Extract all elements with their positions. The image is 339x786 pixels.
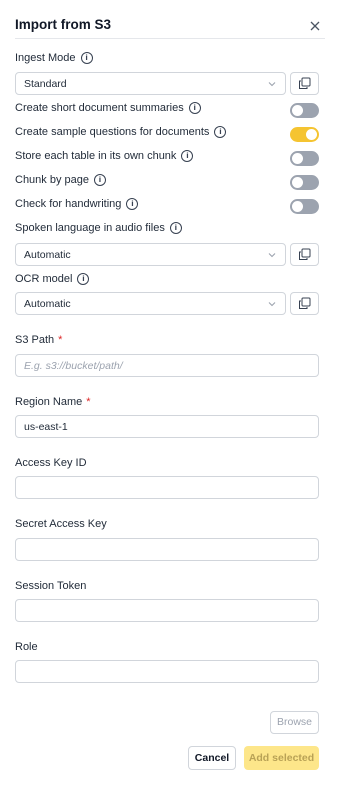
dialog-header: Import from S3 bbox=[15, 16, 325, 38]
ocr-model-select[interactable]: Automatic bbox=[15, 292, 286, 315]
chevron-down-icon bbox=[268, 302, 276, 307]
info-icon[interactable]: i bbox=[126, 198, 139, 210]
ocr-model-copy-button[interactable] bbox=[290, 292, 319, 315]
header-divider bbox=[15, 38, 325, 39]
session-token-label: Session Token bbox=[15, 580, 87, 592]
copy-icon bbox=[299, 297, 311, 309]
add-selected-button[interactable]: Add selected bbox=[244, 746, 319, 770]
toggle-label-chunk-by-page: Chunk by page i bbox=[15, 174, 106, 186]
chevron-down-icon bbox=[268, 253, 276, 258]
ingest-mode-copy-button[interactable] bbox=[290, 72, 319, 95]
access-key-id-input[interactable] bbox=[15, 476, 319, 499]
required-mark: * bbox=[86, 396, 91, 408]
info-icon[interactable]: i bbox=[94, 174, 106, 186]
info-icon[interactable]: i bbox=[80, 52, 93, 64]
toggle-table-chunk[interactable] bbox=[290, 151, 319, 166]
chevron-down-icon bbox=[268, 82, 276, 87]
info-icon[interactable]: i bbox=[181, 150, 194, 162]
role-label: Role bbox=[15, 641, 38, 653]
session-token-input[interactable] bbox=[15, 599, 319, 622]
required-mark: * bbox=[58, 334, 63, 346]
secret-access-key-input[interactable] bbox=[15, 538, 319, 561]
browse-button[interactable]: Browse bbox=[270, 711, 319, 734]
toggle-knob bbox=[292, 105, 303, 116]
region-name-label: Region Name * bbox=[15, 396, 91, 408]
info-icon[interactable]: i bbox=[169, 222, 182, 234]
toggle-knob bbox=[292, 201, 303, 212]
toggle-chunk-by-page[interactable] bbox=[290, 175, 319, 190]
copy-icon bbox=[299, 248, 311, 260]
copy-icon bbox=[299, 77, 311, 89]
toggle-sample-questions[interactable] bbox=[290, 127, 319, 142]
s3-path-label: S3 Path * bbox=[15, 334, 63, 346]
info-icon[interactable]: i bbox=[77, 273, 90, 285]
toggle-knob bbox=[292, 177, 303, 188]
ocr-model-label: OCR model i bbox=[15, 273, 90, 285]
cancel-button[interactable]: Cancel bbox=[188, 746, 236, 770]
s3-path-input[interactable]: E.g. s3://bucket/path/ bbox=[15, 354, 319, 377]
toggle-label-handwriting: Check for handwriting i bbox=[15, 198, 139, 210]
toggle-knob bbox=[306, 129, 317, 140]
close-icon[interactable] bbox=[305, 16, 325, 36]
region-name-input[interactable]: us-east-1 bbox=[15, 415, 319, 438]
ingest-mode-label: Ingest Mode i bbox=[15, 52, 93, 64]
secret-access-key-label: Secret Access Key bbox=[15, 518, 107, 530]
toggle-label-table-chunk: Store each table in its own chunk i bbox=[15, 150, 194, 162]
role-input[interactable] bbox=[15, 660, 319, 683]
info-icon[interactable]: i bbox=[214, 126, 227, 138]
info-icon[interactable]: i bbox=[188, 102, 201, 114]
ingest-mode-select[interactable]: Standard bbox=[15, 72, 286, 95]
toggle-label-summaries: Create short document summaries i bbox=[15, 102, 201, 114]
toggle-label-sample-questions: Create sample questions for documents i bbox=[15, 126, 227, 138]
toggle-knob bbox=[292, 153, 303, 164]
dialog-title: Import from S3 bbox=[15, 17, 112, 32]
toggle-handwriting[interactable] bbox=[290, 199, 319, 214]
toggle-summaries[interactable] bbox=[290, 103, 319, 118]
access-key-id-label: Access Key ID bbox=[15, 457, 87, 469]
spoken-language-label: Spoken language in audio files i bbox=[15, 222, 182, 234]
spoken-language-select[interactable]: Automatic bbox=[15, 243, 286, 266]
spoken-language-copy-button[interactable] bbox=[290, 243, 319, 266]
